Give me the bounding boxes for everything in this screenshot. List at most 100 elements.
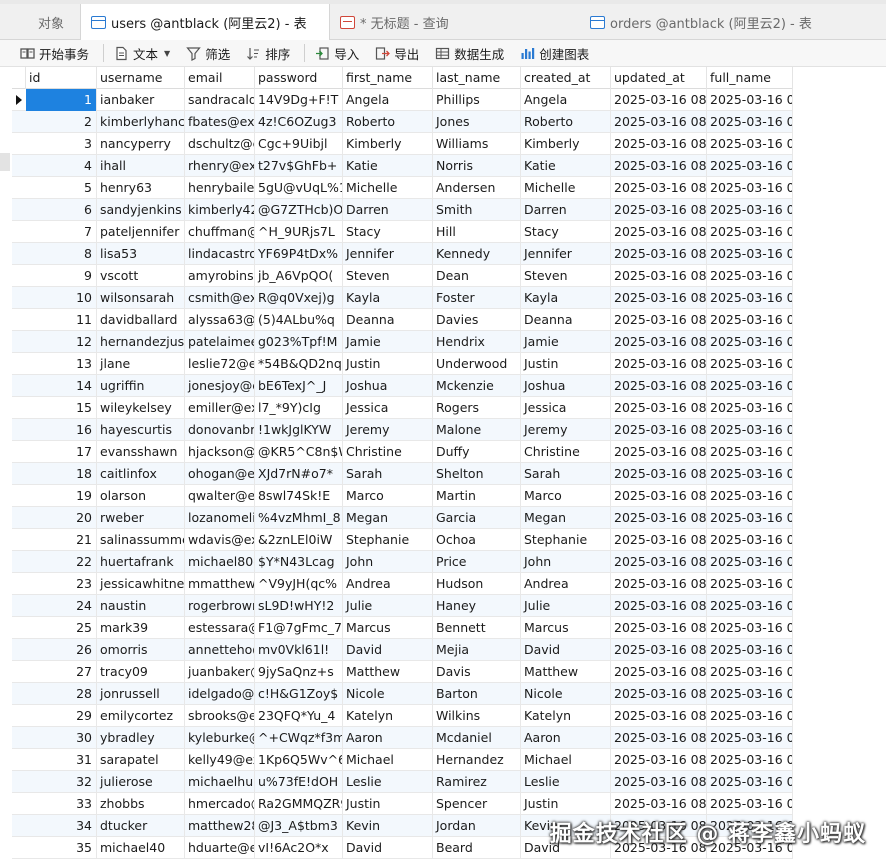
- cell-last-name[interactable]: Hernandez: [433, 749, 521, 771]
- cell-email[interactable]: hjackson@e: [185, 441, 255, 463]
- cell-email[interactable]: ohogan@ex: [185, 463, 255, 485]
- cell-username[interactable]: jonrussell: [97, 683, 185, 705]
- table-row[interactable]: 4ihallrhenry@exat27v$GhFb+KatieNorrisKat…: [12, 155, 793, 177]
- cell-last-name[interactable]: Dean: [433, 265, 521, 287]
- cell-first-name[interactable]: John: [343, 551, 433, 573]
- cell-username[interactable]: ianbaker: [97, 89, 185, 111]
- cell-last-name[interactable]: Malone: [433, 419, 521, 441]
- row-indicator[interactable]: [12, 133, 26, 155]
- cell-username[interactable]: zhobbs: [97, 793, 185, 815]
- cell-updated-at[interactable]: 2025-03-16 08:3: [611, 375, 707, 397]
- cell-first-name[interactable]: Matthew: [343, 661, 433, 683]
- row-indicator[interactable]: [12, 617, 26, 639]
- cell-created-at[interactable]: Aaron: [521, 727, 611, 749]
- cell-first-name[interactable]: Michael: [343, 749, 433, 771]
- cell-email[interactable]: lozanomelis: [185, 507, 255, 529]
- cell-updated-at[interactable]: 2025-03-16 08:3: [611, 111, 707, 133]
- cell-username[interactable]: caitlinfox: [97, 463, 185, 485]
- cell-username[interactable]: dtucker: [97, 815, 185, 837]
- cell-created-at[interactable]: Katelyn: [521, 705, 611, 727]
- cell-last-name[interactable]: Wilkins: [433, 705, 521, 727]
- cell-first-name[interactable]: Jeremy: [343, 419, 433, 441]
- cell-last-name[interactable]: Barton: [433, 683, 521, 705]
- cell-updated-at[interactable]: 2025-03-16 08:3: [611, 199, 707, 221]
- column-header-updated-at[interactable]: updated_at: [611, 67, 707, 89]
- row-indicator[interactable]: [12, 551, 26, 573]
- cell-last-name[interactable]: Jones: [433, 111, 521, 133]
- cell-email[interactable]: annetteho@: [185, 639, 255, 661]
- table-row[interactable]: 16hayescurtisdonovanbra!1wkJglKYWJeremyM…: [12, 419, 793, 441]
- cell-full-name[interactable]: 2025-03-16 08: [707, 749, 793, 771]
- cell-id[interactable]: 12: [26, 331, 97, 353]
- cell-last-name[interactable]: Beard: [433, 837, 521, 859]
- cell-first-name[interactable]: Julie: [343, 595, 433, 617]
- export-button[interactable]: 导出: [371, 41, 423, 65]
- cell-first-name[interactable]: Kimberly: [343, 133, 433, 155]
- row-indicator[interactable]: [12, 111, 26, 133]
- cell-id[interactable]: 7: [26, 221, 97, 243]
- cell-full-name[interactable]: 2025-03-16 08: [707, 133, 793, 155]
- cell-last-name[interactable]: Bennett: [433, 617, 521, 639]
- cell-password[interactable]: 4z!C6OZug3: [255, 111, 343, 133]
- cell-email[interactable]: matthew28(: [185, 815, 255, 837]
- cell-full-name[interactable]: 2025-03-16 08: [707, 155, 793, 177]
- cell-full-name[interactable]: 2025-03-16 08: [707, 617, 793, 639]
- cell-email[interactable]: mmatthews: [185, 573, 255, 595]
- cell-created-at[interactable]: Nicole: [521, 683, 611, 705]
- cell-first-name[interactable]: Megan: [343, 507, 433, 529]
- cell-email[interactable]: wdavis@exa: [185, 529, 255, 551]
- cell-updated-at[interactable]: 2025-03-16 08:3: [611, 353, 707, 375]
- cell-username[interactable]: ihall: [97, 155, 185, 177]
- cell-id[interactable]: 35: [26, 837, 97, 859]
- cell-full-name[interactable]: 2025-03-16 08: [707, 177, 793, 199]
- cell-id[interactable]: 9: [26, 265, 97, 287]
- cell-full-name[interactable]: 2025-03-16 08: [707, 639, 793, 661]
- cell-id[interactable]: 27: [26, 661, 97, 683]
- cell-full-name[interactable]: 2025-03-16 08: [707, 551, 793, 573]
- cell-full-name[interactable]: 2025-03-16 08: [707, 507, 793, 529]
- cell-password[interactable]: &2znLEl0iW: [255, 529, 343, 551]
- cell-updated-at[interactable]: 2025-03-16 08:3: [611, 309, 707, 331]
- cell-created-at[interactable]: Jennifer: [521, 243, 611, 265]
- cell-first-name[interactable]: Roberto: [343, 111, 433, 133]
- begin-transaction-button[interactable]: 开始事务: [16, 41, 93, 65]
- cell-updated-at[interactable]: 2025-03-16 08:3: [611, 485, 707, 507]
- cell-created-at[interactable]: Kayla: [521, 287, 611, 309]
- table-row[interactable]: 21salinassummerwdavis@exa&2znLEl0iWSteph…: [12, 529, 793, 551]
- cell-created-at[interactable]: Julie: [521, 595, 611, 617]
- row-indicator[interactable]: [12, 441, 26, 463]
- column-header-password[interactable]: password: [255, 67, 343, 89]
- column-header-created-at[interactable]: created_at: [521, 67, 611, 89]
- cell-updated-at[interactable]: 2025-03-16 08:3: [611, 331, 707, 353]
- cell-email[interactable]: amyrobinsc: [185, 265, 255, 287]
- cell-updated-at[interactable]: 2025-03-16 08:3: [611, 507, 707, 529]
- cell-full-name[interactable]: 2025-03-16 08: [707, 529, 793, 551]
- row-indicator[interactable]: [12, 573, 26, 595]
- cell-last-name[interactable]: Hill: [433, 221, 521, 243]
- cell-id[interactable]: 5: [26, 177, 97, 199]
- cell-username[interactable]: jlane: [97, 353, 185, 375]
- cell-id[interactable]: 4: [26, 155, 97, 177]
- cell-created-at[interactable]: Deanna: [521, 309, 611, 331]
- column-header-last-name[interactable]: last_name: [433, 67, 521, 89]
- table-row[interactable]: 13jlaneleslie72@ex*54B&QD2nqJustinUnderw…: [12, 353, 793, 375]
- cell-created-at[interactable]: Stephanie: [521, 529, 611, 551]
- cell-full-name[interactable]: 2025-03-16 08: [707, 485, 793, 507]
- cell-first-name[interactable]: Angela: [343, 89, 433, 111]
- row-indicator[interactable]: [12, 595, 26, 617]
- cell-id[interactable]: 2: [26, 111, 97, 133]
- cell-full-name[interactable]: 2025-03-16 08: [707, 463, 793, 485]
- cell-password[interactable]: 14V9Dg+F!T: [255, 89, 343, 111]
- cell-password[interactable]: Cgc+9Uibjl: [255, 133, 343, 155]
- cell-first-name[interactable]: Stephanie: [343, 529, 433, 551]
- cell-email[interactable]: alyssa63@e: [185, 309, 255, 331]
- cell-id[interactable]: 6: [26, 199, 97, 221]
- cell-last-name[interactable]: Smith: [433, 199, 521, 221]
- cell-id[interactable]: 19: [26, 485, 97, 507]
- cell-username[interactable]: nancyperry: [97, 133, 185, 155]
- cell-full-name[interactable]: 2025-03-16 08: [707, 419, 793, 441]
- cell-username[interactable]: kimberlyhanco: [97, 111, 185, 133]
- cell-username[interactable]: wileykelsey: [97, 397, 185, 419]
- cell-created-at[interactable]: Roberto: [521, 111, 611, 133]
- cell-first-name[interactable]: Leslie: [343, 771, 433, 793]
